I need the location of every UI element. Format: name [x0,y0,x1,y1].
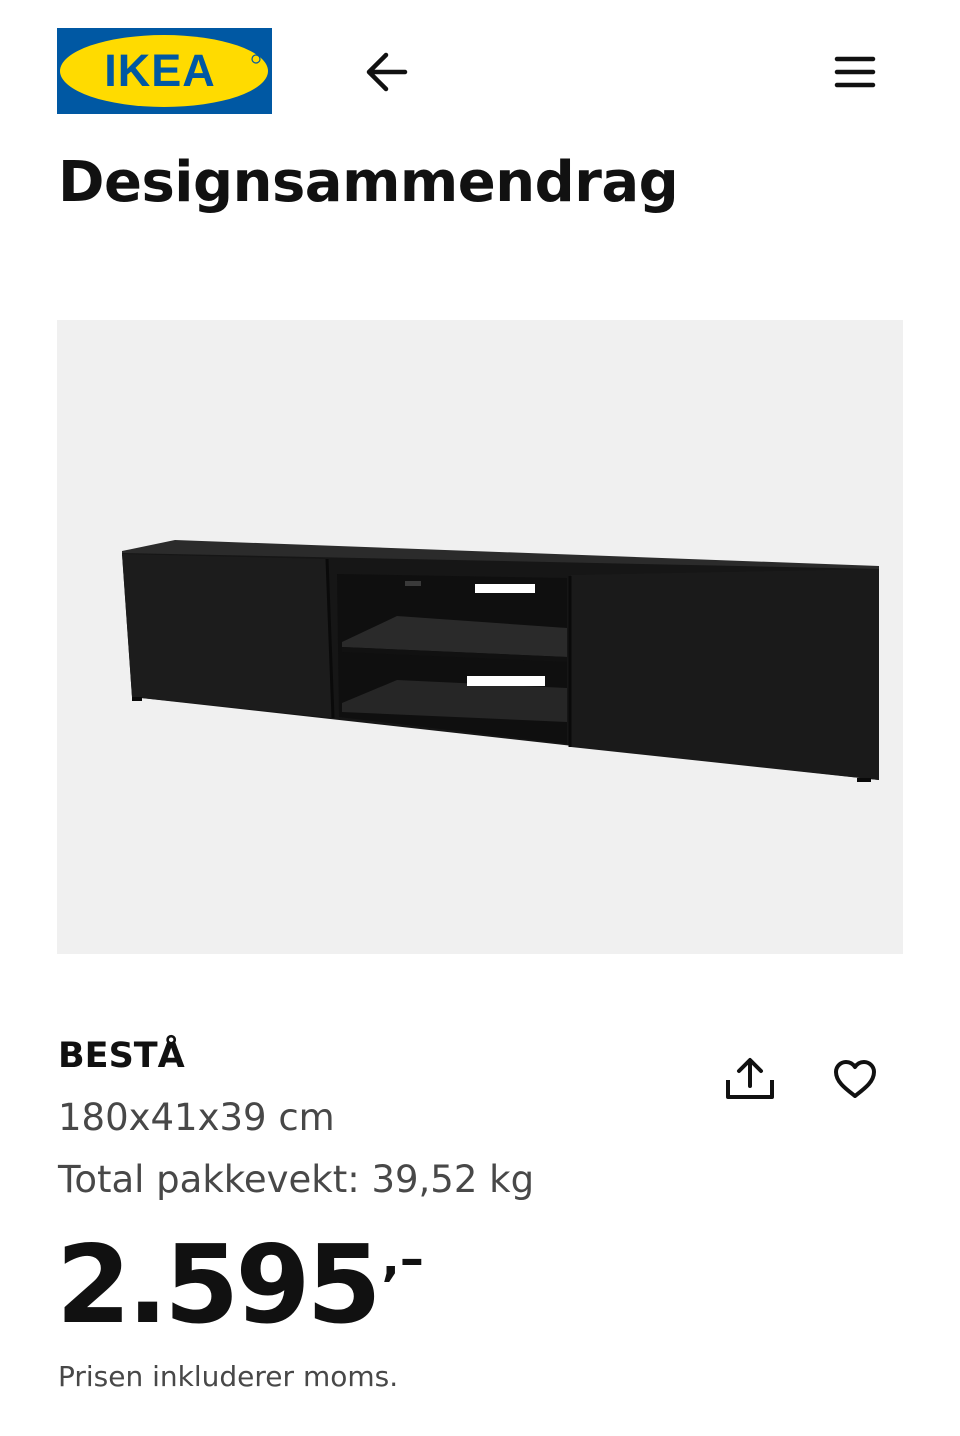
price-decimal: ,– [381,1231,424,1287]
tv-bench-image [122,540,879,782]
share-button[interactable] [720,1050,780,1108]
price: 2.595 ,– [56,1224,424,1348]
logo-text: IKEA [104,45,216,96]
header: IKEA [0,0,960,140]
product-package-weight: Total pakkevekt: 39,52 kg [58,1158,535,1201]
favourite-button[interactable] [826,1050,884,1108]
hamburger-menu-icon [834,56,876,88]
arrow-left-icon [366,52,408,92]
page-title: Designsammendrag [58,150,679,215]
ikea-logo[interactable]: IKEA [57,28,272,114]
menu-button[interactable] [826,44,884,100]
share-icon [726,1058,774,1099]
product-name: BESTÅ [58,1036,185,1076]
product-dimensions: 180x41x39 cm [58,1096,335,1139]
product-image [57,320,903,954]
price-integer: 2.595 [56,1223,382,1348]
heart-icon [834,1060,876,1098]
back-button[interactable] [358,44,416,100]
price-note: Prisen inkluderer moms. [58,1360,399,1393]
